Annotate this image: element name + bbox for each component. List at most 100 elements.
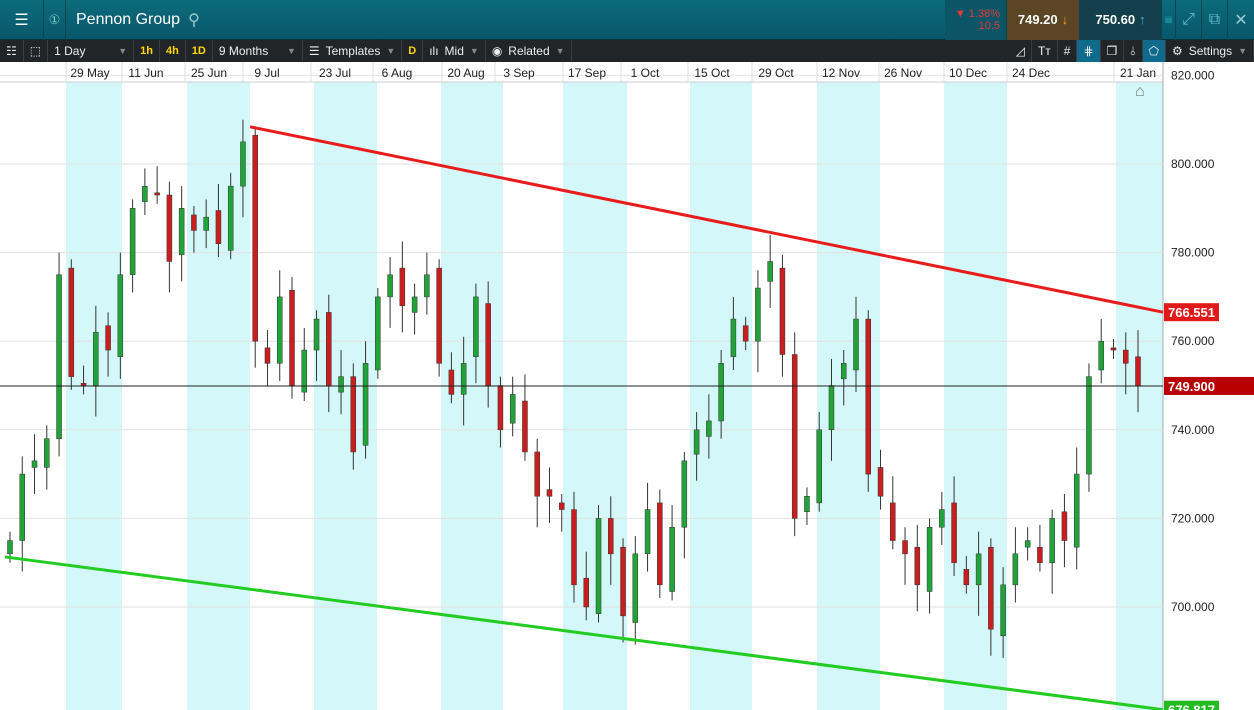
candle-up [362,363,369,446]
candle-up [755,287,761,342]
date-label: 12 Nov [822,66,860,80]
candle-up [669,527,675,592]
price-tick-label: 800.000 [1171,157,1215,171]
grid-select-icon[interactable]: ⬚ [24,40,49,62]
expand-icon[interactable]: ⤢ [1176,0,1202,40]
candle-up [203,216,209,231]
range-select[interactable]: 9 Months ▼ [213,40,303,62]
candle-down [166,194,173,262]
resistance-label: 766.551 [1168,305,1215,320]
date-label: 6 Aug [382,66,413,80]
quick-4h[interactable]: 4h [160,40,186,62]
date-label: 29 May [70,66,109,80]
candle-up [1073,473,1080,548]
candle-up [1086,376,1092,475]
candle-up [142,185,148,202]
candle-up [1098,340,1104,371]
settings-label: Settings [1188,44,1233,58]
date-label: 25 Jun [191,66,227,80]
candle-down [1037,546,1043,563]
date-label: 20 Aug [447,66,484,80]
candle-down [583,577,590,608]
candle-up [473,296,479,357]
candle-down [436,267,442,364]
candle-up [767,261,773,282]
candle-down [657,502,663,586]
candle-up [706,420,712,437]
candle-down [608,518,614,555]
candle-up [178,208,185,256]
grid-icon[interactable]: # [1058,40,1078,62]
candle-up [975,553,982,586]
quick-1h[interactable]: 1h [134,40,160,62]
candle-up [387,274,393,298]
price-tick-label: 740.000 [1171,423,1215,437]
candle-down [742,325,749,342]
menu-icon[interactable]: ☰ [0,0,44,40]
candle-up [7,540,13,555]
close-icon[interactable]: ✕ [1228,0,1254,40]
home-icon: ⌂ [1135,83,1145,100]
price-type-select[interactable]: ılı Mid ▼ [423,40,486,62]
candle-down [1061,511,1068,541]
label-icon[interactable]: ⬠ [1142,40,1166,62]
candle-up [828,385,835,431]
price-chart[interactable]: 820.000 800.000 780.000 760.000 740.000 720.0… [0,62,1254,710]
candle-up [644,509,651,555]
chart-toolbar: ☷ ⬚ 1 Day ▼ 1h 4h 1D 9 Months ▼ ☰ Templates… [0,40,1254,62]
candle-up [1049,518,1055,563]
settings-button[interactable]: ⚙ Settings ▼ [1166,40,1254,62]
candle-down [963,569,970,586]
templates-button[interactable]: ☰ Templates ▼ [303,40,403,62]
date-label: 1 Oct [631,66,660,80]
date-label: 21 Jan [1120,66,1156,80]
buy-button[interactable]: 750.60 ↑ [1080,0,1162,40]
candle-up [632,553,639,623]
candle-down [80,383,87,386]
candle-up [19,473,26,541]
arrow-down-icon: ↓ [1061,12,1069,27]
candle-down [264,347,271,364]
candle-down [534,451,540,497]
candle-up [129,208,136,275]
candle-up [117,274,124,357]
sell-button[interactable]: 749.20 ↓ [1007,0,1080,40]
candle-up [276,296,283,364]
date-label: 3 Sep [503,66,535,80]
candle-down [497,385,504,431]
candle-down [191,214,197,231]
related-button[interactable]: ◉ Related ▼ [486,40,572,62]
text-tool-icon[interactable]: Tт [1032,40,1058,62]
candle-down [252,134,258,342]
list-icon[interactable]: ☷ [0,40,24,62]
candle-up [840,363,847,380]
crosshair-icon[interactable]: ⫰ [1124,40,1143,62]
interval-label: 1 Day [54,44,86,58]
date-label: 11 Jun [128,66,163,80]
candle-down [558,502,565,510]
layers-icon[interactable]: ❐ [1101,40,1125,62]
current-price-label: 749.900 [1168,379,1215,394]
date-label: 29 Oct [758,66,794,80]
candle-down [620,546,626,617]
candle-down [485,303,491,386]
candle-down [988,546,994,630]
related-icon: ◉ [491,44,503,58]
instrument-title[interactable]: Pennon Group [76,11,180,29]
drawing-tool-icon[interactable]: ◿ [1010,40,1032,62]
d-button[interactable]: D [402,40,424,62]
link-group-icon[interactable]: ① [44,0,66,40]
candle-down [215,210,222,244]
layout-indicator-icon[interactable]: ▤ [1162,0,1176,40]
candle-up [509,394,516,424]
candles-icon: ılı [429,44,439,58]
candle-up [926,527,933,592]
popout-icon[interactable]: ⧉ [1202,0,1228,40]
snap-grid-icon[interactable]: ⋕ [1077,40,1101,62]
search-icon[interactable]: ⚲ [188,10,200,30]
interval-select[interactable]: 1 Day ▼ [48,40,135,62]
quick-1d[interactable]: 1D [186,40,213,62]
candle-down [399,267,406,307]
candle-up [424,274,430,298]
candle-down [1135,356,1141,386]
